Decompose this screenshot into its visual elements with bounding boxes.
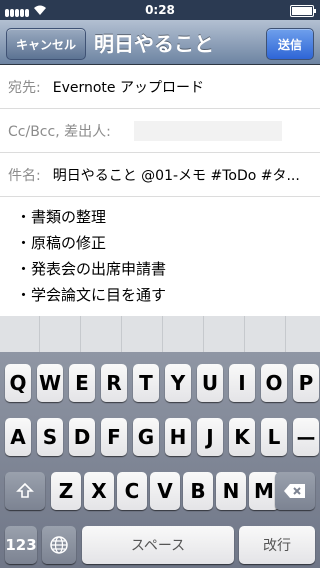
to-label: 宛先: xyxy=(8,79,41,96)
subject-field[interactable]: 件名: 明日やること @01-メモ #ToDo #タ... xyxy=(0,153,320,197)
return-key[interactable]: 改行 xyxy=(239,526,315,564)
key-v[interactable]: V xyxy=(150,472,180,510)
cc-bcc-label: Cc/Bcc, 差出人: xyxy=(8,123,111,140)
key-o[interactable]: O xyxy=(261,364,287,402)
body-line: ・書類の整理 xyxy=(16,208,107,226)
shift-key[interactable] xyxy=(5,472,45,510)
key-x[interactable]: X xyxy=(84,472,114,510)
key-s[interactable]: S xyxy=(37,418,63,456)
shift-icon xyxy=(16,482,34,498)
cc-bcc-field[interactable]: Cc/Bcc, 差出人: xyxy=(0,109,320,153)
globe-icon xyxy=(50,536,68,554)
key-c[interactable]: C xyxy=(117,472,147,510)
battery-icon xyxy=(290,5,316,17)
subject-label: 件名: xyxy=(8,167,41,184)
status-time: 0:28 xyxy=(145,3,175,17)
key-g[interactable]: G xyxy=(133,418,159,456)
candidate-cell[interactable] xyxy=(40,316,81,352)
key-u[interactable]: U xyxy=(197,364,223,402)
from-value-redacted[interactable] xyxy=(134,121,282,141)
page-title: 明日やること xyxy=(94,32,214,56)
status-bar: 0:28 xyxy=(0,0,320,20)
key-h[interactable]: H xyxy=(165,418,191,456)
key-e[interactable]: E xyxy=(69,364,95,402)
key-l[interactable]: L xyxy=(261,418,287,456)
key-long-vowel[interactable]: ー xyxy=(293,418,319,456)
candidate-cell[interactable] xyxy=(204,316,245,352)
to-field[interactable]: 宛先: Evernote アップロード xyxy=(0,65,320,109)
navigation-bar: キャンセル 明日やること 送信 xyxy=(0,20,320,65)
to-value[interactable]: Evernote アップロード xyxy=(41,77,204,97)
key-r[interactable]: R xyxy=(101,364,127,402)
backspace-icon xyxy=(284,484,305,498)
key-p[interactable]: P xyxy=(293,364,319,402)
key-w[interactable]: W xyxy=(37,364,63,402)
candidate-cell[interactable] xyxy=(245,316,286,352)
key-i[interactable]: I xyxy=(229,364,255,402)
key-z[interactable]: Z xyxy=(51,472,81,510)
key-n[interactable]: N xyxy=(216,472,246,510)
key-d[interactable]: D xyxy=(69,418,95,456)
candidate-cell[interactable] xyxy=(0,316,40,352)
globe-key[interactable] xyxy=(42,526,76,564)
key-k[interactable]: K xyxy=(229,418,255,456)
key-a[interactable]: A xyxy=(5,418,31,456)
key-q[interactable]: Q xyxy=(5,364,31,402)
keyboard: Q W E R T Y U I O P A S D F G H J K L ー … xyxy=(0,352,320,568)
candidate-cell[interactable] xyxy=(122,316,163,352)
candidate-cell[interactable] xyxy=(81,316,122,352)
candidate-bar xyxy=(0,316,320,352)
body-line: ・学会論文に目を通す xyxy=(16,286,167,304)
body-line: ・原稿の修正 xyxy=(16,234,107,252)
key-f[interactable]: F xyxy=(101,418,127,456)
key-y[interactable]: Y xyxy=(165,364,191,402)
numbers-key[interactable]: 123 xyxy=(5,526,37,564)
key-t[interactable]: T xyxy=(133,364,159,402)
key-j[interactable]: J xyxy=(197,418,223,456)
message-body[interactable]: ・書類の整理 ・原稿の修正 ・発表会の出席申請書 ・学会論文に目を通す xyxy=(16,204,316,308)
cancel-button[interactable]: キャンセル xyxy=(6,28,86,60)
candidate-cell[interactable] xyxy=(163,316,204,352)
body-line: ・発表会の出席申請書 xyxy=(16,260,167,278)
space-key[interactable]: スペース xyxy=(82,526,234,564)
delete-key[interactable] xyxy=(275,472,315,510)
subject-value[interactable]: 明日やること @01-メモ #ToDo #タ... xyxy=(41,165,300,185)
send-button[interactable]: 送信 xyxy=(266,28,314,60)
key-b[interactable]: B xyxy=(183,472,213,510)
